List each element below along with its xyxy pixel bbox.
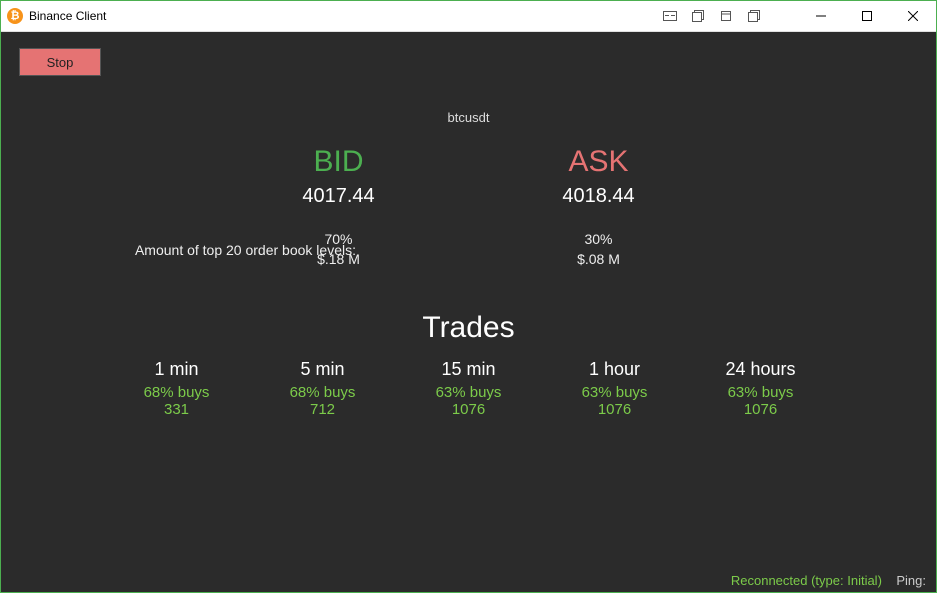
trade-period: 1 hour: [566, 359, 664, 380]
trade-count: 1076: [712, 401, 810, 418]
symbol-label: btcusdt: [1, 32, 936, 125]
trades-row: 1 min 68% buys 331 5 min 68% buys 712 15…: [1, 359, 936, 418]
ask-label: ASK: [539, 145, 659, 179]
close-button[interactable]: [890, 1, 936, 31]
titlebar-aux-button-4[interactable]: [740, 6, 768, 26]
orderbook-ask-percent: 30%: [539, 230, 659, 250]
trade-count: 1076: [566, 401, 664, 418]
orderbook-ask: 30% $.08 M: [539, 230, 659, 269]
maximize-button[interactable]: [844, 1, 890, 31]
bitcoin-icon: ₿: [7, 8, 23, 24]
titlebar-right: [656, 1, 936, 31]
trade-buys: 63% buys: [420, 384, 518, 401]
titlebar: ₿ Binance Client: [1, 1, 936, 32]
ask-price: 4018.44: [539, 185, 659, 208]
trade-period: 1 min: [128, 359, 226, 380]
trades-title: Trades: [1, 311, 936, 345]
trade-buys: 63% buys: [712, 384, 810, 401]
titlebar-aux-button-2[interactable]: [684, 6, 712, 26]
status-reconnected: Reconnected (type: Initial): [731, 573, 882, 588]
client-area: Stop btcusdt BID 4017.44 ASK 4018.44 Amo…: [1, 32, 936, 592]
trade-count: 1076: [420, 401, 518, 418]
stop-button[interactable]: Stop: [19, 48, 101, 76]
trade-col-24hours: 24 hours 63% buys 1076: [712, 359, 810, 418]
bid-column: BID 4017.44: [279, 145, 399, 208]
trade-buys: 68% buys: [274, 384, 372, 401]
trade-col-1min: 1 min 68% buys 331: [128, 359, 226, 418]
trade-period: 15 min: [420, 359, 518, 380]
orderbook-ask-amount: $.08 M: [539, 250, 659, 270]
trade-col-15min: 15 min 63% buys 1076: [420, 359, 518, 418]
titlebar-aux-button-1[interactable]: [656, 6, 684, 26]
trade-col-5min: 5 min 68% buys 712: [274, 359, 372, 418]
window-title: Binance Client: [29, 9, 106, 23]
trade-buys: 68% buys: [128, 384, 226, 401]
quote-row: BID 4017.44 ASK 4018.44: [1, 145, 936, 208]
status-ping-label: Ping:: [896, 573, 926, 588]
trade-period: 5 min: [274, 359, 372, 380]
bid-label: BID: [279, 145, 399, 179]
statusbar: Reconnected (type: Initial) Ping:: [731, 573, 926, 588]
titlebar-left: ₿ Binance Client: [7, 8, 106, 24]
ask-column: ASK 4018.44: [539, 145, 659, 208]
trade-col-1hour: 1 hour 63% buys 1076: [566, 359, 664, 418]
minimize-button[interactable]: [798, 1, 844, 31]
trade-buys: 63% buys: [566, 384, 664, 401]
orderbook-label: Amount of top 20 order book levels:: [56, 242, 360, 258]
trade-count: 331: [128, 401, 226, 418]
app-window: ₿ Binance Client: [0, 0, 937, 593]
trade-period: 24 hours: [712, 359, 810, 380]
titlebar-aux-button-3[interactable]: [712, 6, 740, 26]
trade-count: 712: [274, 401, 372, 418]
bid-price: 4017.44: [279, 185, 399, 208]
orderbook-row: Amount of top 20 order book levels: 70% …: [1, 230, 936, 269]
